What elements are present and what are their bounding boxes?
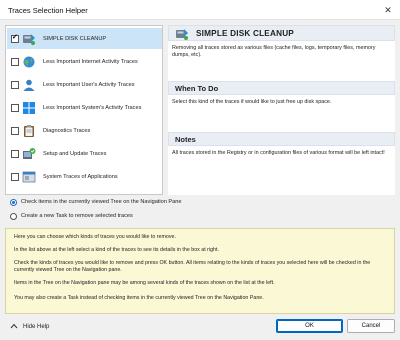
checkmark-icon: ✓ xyxy=(12,33,18,41)
checkbox[interactable] xyxy=(11,57,19,66)
list-item-label: SIMPLE DISK CLEANUP xyxy=(43,35,107,42)
help-text: Check the kinds of traces you would like… xyxy=(14,260,371,273)
details-title-bar: SIMPLE DISK CLEANUP xyxy=(168,25,395,41)
hide-help-label: Hide Help xyxy=(23,324,50,330)
cancel-button[interactable]: Cancel xyxy=(347,319,395,333)
setup-icon xyxy=(22,147,36,161)
help-text: In the list above at the left select a k… xyxy=(14,247,219,253)
list-item-internet-traces[interactable]: Less Important Internet Activity Traces xyxy=(7,51,162,72)
user-icon xyxy=(22,78,36,92)
clipboard-icon xyxy=(22,124,36,138)
hide-help-toggle[interactable]: Hide Help xyxy=(10,323,49,331)
notes-text: All traces stored in the Registry or in … xyxy=(172,150,385,156)
globe-icon xyxy=(22,55,36,69)
disk-cleanup-icon xyxy=(22,32,36,46)
title-bar: Traces Selection Helper ✕ xyxy=(0,0,400,20)
windows-icon xyxy=(22,101,36,115)
notes-header: Notes xyxy=(168,132,395,146)
option-create-task[interactable]: Create a new Task to remove selected tra… xyxy=(10,211,133,221)
option-label: Create a new Task to remove selected tra… xyxy=(21,213,133,219)
trace-kind-list: ✓ SIMPLE DISK CLEANUP Less Important Int… xyxy=(5,25,163,195)
list-item-diagnostics-traces[interactable]: Diagnostics Traces xyxy=(7,120,162,141)
list-item-system-traces[interactable]: Less Important System's Activity Traces xyxy=(7,97,162,118)
when-to-do-heading: When To Do xyxy=(175,84,219,93)
checkbox[interactable] xyxy=(11,126,19,135)
list-item-label: Setup and Update Traces xyxy=(43,150,107,157)
radio-button[interactable] xyxy=(10,198,17,206)
list-item-setup-traces[interactable]: Setup and Update Traces xyxy=(7,143,162,164)
details-description: Removing all traces stored as various fi… xyxy=(172,45,376,58)
footer: Hide Help OK Cancel xyxy=(0,316,400,340)
notes-heading: Notes xyxy=(175,135,196,144)
checkbox[interactable] xyxy=(11,103,19,112)
chevron-up-icon xyxy=(10,323,18,331)
help-box: Here you can choose which kinds of trace… xyxy=(5,228,395,314)
app-window-icon xyxy=(22,170,36,184)
list-item-label: System Traces of Applications xyxy=(43,173,118,180)
when-to-do-header: When To Do xyxy=(168,81,395,95)
list-item-user-traces[interactable]: Less Important User's Activity Traces xyxy=(7,74,162,95)
list-item-simple-disk-cleanup[interactable]: ✓ SIMPLE DISK CLEANUP xyxy=(7,28,162,49)
ok-button[interactable]: OK xyxy=(276,319,343,333)
close-icon[interactable]: ✕ xyxy=(376,0,400,20)
details-title: SIMPLE DISK CLEANUP xyxy=(196,29,294,38)
checkbox[interactable] xyxy=(11,149,19,158)
checkbox[interactable]: ✓ xyxy=(11,33,19,43)
option-check-items[interactable]: Check items in the currently viewed Tree… xyxy=(10,197,181,207)
list-item-label: Diagnostics Traces xyxy=(43,127,91,134)
disk-cleanup-icon xyxy=(175,27,189,43)
list-item-label: Less Important User's Activity Traces xyxy=(43,81,135,88)
window-title: Traces Selection Helper xyxy=(8,6,88,15)
radio-button[interactable] xyxy=(10,212,17,220)
list-item-label: Less Important System's Activity Traces xyxy=(43,104,142,111)
help-text: You may also create a Task instead of ch… xyxy=(14,295,264,301)
list-item-label: Less Important Internet Activity Traces xyxy=(43,58,138,65)
checkbox[interactable] xyxy=(11,172,19,181)
details-panel: SIMPLE DISK CLEANUP Removing all traces … xyxy=(168,25,395,195)
checkbox[interactable] xyxy=(11,80,19,89)
help-text: Here you can choose which kinds of trace… xyxy=(14,234,176,240)
option-label: Check items in the currently viewed Tree… xyxy=(21,199,182,205)
list-item-application-traces[interactable]: System Traces of Applications xyxy=(7,166,162,187)
when-to-do-text: Select this kind of the traces if would … xyxy=(172,99,332,105)
help-text: Items in the Tree on the Navigation pane… xyxy=(14,280,275,286)
